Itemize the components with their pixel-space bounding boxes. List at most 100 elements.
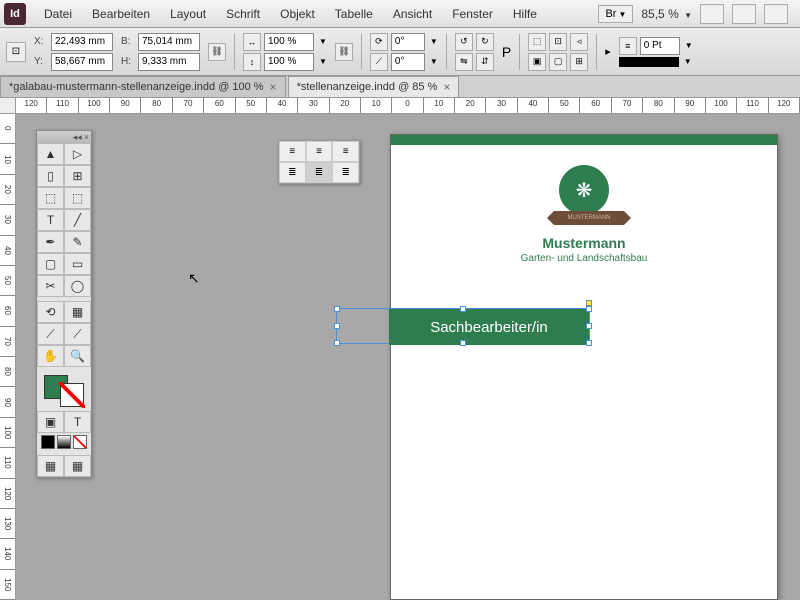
constrain-scale-icon[interactable]: ⛓ xyxy=(335,43,353,61)
menu-ansicht[interactable]: Ansicht xyxy=(383,3,442,25)
page-tool[interactable]: ▯ xyxy=(37,165,64,187)
stroke-color[interactable] xyxy=(60,383,84,407)
menu-fenster[interactable]: Fenster xyxy=(442,3,503,25)
menu-tabelle[interactable]: Tabelle xyxy=(325,3,383,25)
tab-document-2[interactable]: *stellenanzeige.indd @ 85 %× xyxy=(288,76,460,97)
format-container-button[interactable]: ▣ xyxy=(37,411,64,433)
scale-x-input[interactable] xyxy=(264,33,314,51)
chevron-down-icon[interactable]: ▼ xyxy=(430,37,438,46)
height-input[interactable] xyxy=(138,53,200,71)
horizontal-ruler[interactable]: 1201101009080706050403020100102030405060… xyxy=(16,98,800,114)
vertical-ruler[interactable]: 0102030405060708090100110120130140150 xyxy=(0,114,16,600)
align-left-icon[interactable]: ≡ xyxy=(279,141,306,162)
zoom-level[interactable]: 85,5 % ▼ xyxy=(641,7,692,21)
constrain-icon[interactable]: ⛓ xyxy=(208,43,226,61)
resize-handle-ml[interactable] xyxy=(334,323,340,329)
y-input[interactable] xyxy=(51,53,113,71)
close-icon[interactable]: × xyxy=(443,80,450,94)
scale-y-input[interactable] xyxy=(264,53,314,71)
pencil-tool[interactable]: ✎ xyxy=(64,231,91,253)
hand-tool[interactable]: ✋ xyxy=(37,345,64,367)
rectangle-frame-tool[interactable]: ▢ xyxy=(37,253,64,275)
color-theme-tool[interactable]: ⟋ xyxy=(64,323,91,345)
type-tool[interactable]: T xyxy=(37,209,64,231)
gradient-tool[interactable]: ▦ xyxy=(64,301,91,323)
stroke-weight-input[interactable] xyxy=(640,37,680,55)
align-panel[interactable]: ≡ ≡ ≡ ≣ ≣ ≣ xyxy=(278,140,360,184)
menu-bearbeiten[interactable]: Bearbeiten xyxy=(82,3,160,25)
pen-tool[interactable]: ✒ xyxy=(37,231,64,253)
chevron-down-icon[interactable]: ▼ xyxy=(685,41,693,50)
headline-text[interactable]: Sachbearbeiter/in xyxy=(389,309,589,345)
content-collector-tool[interactable]: ⬚ xyxy=(37,187,64,209)
width-input[interactable] xyxy=(138,33,200,51)
workspace-switcher[interactable] xyxy=(764,4,788,24)
chevron-down-icon[interactable]: ▼ xyxy=(319,37,327,46)
ellipse-tool[interactable]: ◯ xyxy=(64,275,91,297)
selection-tool[interactable]: ▲ xyxy=(37,143,64,165)
chevron-down-icon[interactable]: ▼ xyxy=(319,57,327,66)
stroke-style-preview[interactable] xyxy=(619,57,679,67)
preview-view-button[interactable]: ▦ xyxy=(64,455,91,477)
format-text-button[interactable]: T xyxy=(64,411,91,433)
ruler-origin[interactable] xyxy=(0,98,16,114)
align-center-icon[interactable]: ≡ xyxy=(306,141,333,162)
resize-handle-tm[interactable] xyxy=(460,306,466,312)
justify-left-icon[interactable]: ≣ xyxy=(279,162,306,183)
resize-handle-mr[interactable] xyxy=(586,323,592,329)
menu-schrift[interactable]: Schrift xyxy=(216,3,270,25)
menu-hilfe[interactable]: Hilfe xyxy=(503,3,547,25)
resize-handle-tr[interactable] xyxy=(586,306,592,312)
chevron-down-icon[interactable]: ▼ xyxy=(684,57,692,66)
normal-view-button[interactable]: ▦ xyxy=(37,455,64,477)
gap-tool[interactable]: ⊞ xyxy=(64,165,91,187)
direct-selection-tool[interactable]: ▷ xyxy=(64,143,91,165)
resize-handle-tl[interactable] xyxy=(334,306,340,312)
shear-input[interactable] xyxy=(391,53,425,71)
apply-gradient-button[interactable] xyxy=(57,435,71,449)
eyedropper-tool[interactable]: ⟋ xyxy=(37,323,64,345)
flip-v-icon[interactable]: ⇵ xyxy=(476,53,494,71)
menu-datei[interactable]: Datei xyxy=(34,3,82,25)
chevron-down-icon[interactable]: ▼ xyxy=(430,57,438,66)
expander-icon[interactable]: ▸ xyxy=(605,45,611,58)
rotate-input[interactable] xyxy=(391,33,425,51)
tools-panel-header[interactable]: ◂◂× xyxy=(37,131,91,143)
close-icon[interactable]: × xyxy=(270,80,277,94)
justify-right-icon[interactable]: ≣ xyxy=(332,162,359,183)
center-content-icon[interactable]: ⊞ xyxy=(570,53,588,71)
arrange-docs-button[interactable] xyxy=(732,4,756,24)
justify-center-icon[interactable]: ≣ xyxy=(306,162,333,183)
menu-objekt[interactable]: Objekt xyxy=(270,3,325,25)
select-content-icon[interactable]: ⊡ xyxy=(549,33,567,51)
scissors-tool[interactable]: ✂ xyxy=(37,275,64,297)
bridge-button[interactable]: Br▼ xyxy=(598,5,633,23)
selected-text-frame[interactable]: Sachbearbeiter/in xyxy=(336,308,590,344)
x-input[interactable] xyxy=(51,33,113,51)
apply-none-button[interactable] xyxy=(73,435,87,449)
reference-point-icon[interactable]: ⊡ xyxy=(6,42,26,62)
line-tool[interactable]: ╱ xyxy=(64,209,91,231)
resize-handle-bl[interactable] xyxy=(334,340,340,346)
rotate-cw-icon[interactable]: ↻ xyxy=(476,33,494,51)
zoom-tool[interactable]: 🔍 xyxy=(64,345,91,367)
content-placer-tool[interactable]: ⬚ xyxy=(64,187,91,209)
fit-frame-icon[interactable]: ▢ xyxy=(549,53,567,71)
collapse-icon[interactable]: ◂◂ xyxy=(73,132,82,143)
apply-color-button[interactable] xyxy=(41,435,55,449)
tab-document-1[interactable]: *galabau-mustermann-stellenanzeige.indd … xyxy=(0,76,286,97)
flip-h-icon[interactable]: ⇋ xyxy=(455,53,473,71)
resize-handle-br[interactable] xyxy=(586,340,592,346)
fit-content-icon[interactable]: ▣ xyxy=(528,53,546,71)
menu-layout[interactable]: Layout xyxy=(160,3,216,25)
free-transform-tool[interactable]: ⟲ xyxy=(37,301,64,323)
screen-mode-button[interactable] xyxy=(700,4,724,24)
fill-stroke-swatch[interactable] xyxy=(44,375,84,407)
out-port-indicator[interactable] xyxy=(586,300,592,306)
select-container-icon[interactable]: ⬚ xyxy=(528,33,546,51)
rotate-ccw-icon[interactable]: ↺ xyxy=(455,33,473,51)
close-icon[interactable]: × xyxy=(84,132,89,142)
select-prev-icon[interactable]: ◃ xyxy=(570,33,588,51)
document-page[interactable]: ❋ MUSTERMANN Mustermann Garten- und Land… xyxy=(390,134,778,600)
align-right-icon[interactable]: ≡ xyxy=(332,141,359,162)
